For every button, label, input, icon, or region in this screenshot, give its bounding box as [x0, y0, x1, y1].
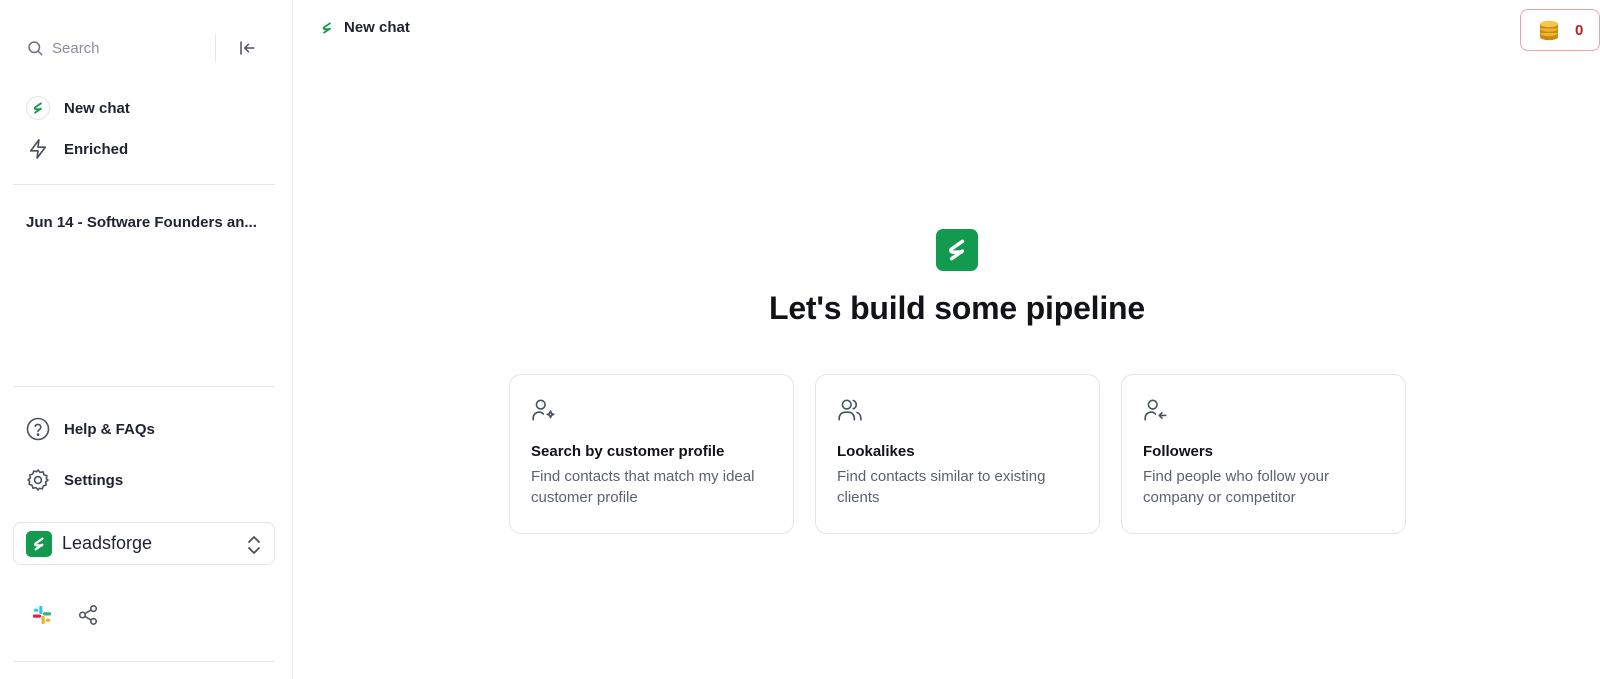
collapse-sidebar-icon[interactable] — [236, 37, 258, 59]
leadsforge-logo-icon — [936, 229, 978, 271]
sidebar: New chat Enriched Jun 14 - Software Foun… — [0, 0, 293, 679]
search-icon — [26, 39, 44, 57]
user-sparkle-icon — [531, 397, 557, 423]
help-icon — [26, 417, 50, 441]
workspace-switcher[interactable]: Leadsforge — [13, 522, 275, 565]
workspace-name: Leadsforge — [62, 533, 153, 553]
search-divider — [215, 34, 216, 62]
sidebar-item-label: Settings — [64, 471, 124, 489]
user-follow-icon — [1143, 397, 1169, 423]
chevron-up-down-icon — [246, 535, 262, 555]
coins-icon — [1537, 18, 1561, 42]
sidebar-item-settings[interactable]: Settings — [26, 467, 123, 493]
lightning-icon — [26, 137, 50, 161]
card-lookalikes[interactable]: Lookalikes Find contacts similar to exis… — [815, 374, 1100, 534]
divider — [13, 184, 275, 185]
share-icon[interactable] — [76, 603, 100, 627]
slack-icon[interactable] — [30, 603, 54, 627]
sidebar-footer — [30, 603, 122, 627]
gear-icon — [26, 468, 50, 492]
card-description: Find contacts similar to existing client… — [837, 468, 1046, 506]
card-description: Find people who follow your company or c… — [1143, 468, 1329, 506]
hero-headline: Let's build some pipeline — [768, 290, 1145, 326]
sidebar-item-label: New chat — [64, 99, 130, 117]
app-root: New chat Enriched Jun 14 - Software Foun… — [0, 0, 1600, 679]
users-icon — [837, 397, 863, 423]
sidebar-item-new-chat[interactable]: New chat — [26, 95, 130, 121]
sidebar-item-enriched[interactable]: Enriched — [26, 136, 128, 162]
card-search-by-customer-profile[interactable]: Search by customer profile Find contacts… — [509, 374, 794, 534]
card-title: Followers — [1143, 443, 1214, 460]
card-title: Lookalikes — [837, 443, 915, 460]
sidebar-item-label: Help & FAQs — [64, 420, 155, 438]
card-followers[interactable]: Followers Find people who follow your co… — [1121, 374, 1406, 534]
search-bar — [26, 34, 256, 62]
sidebar-item-label: Enriched — [64, 140, 129, 158]
card-title: Search by customer profile — [531, 443, 725, 460]
page-title-text: New chat — [344, 19, 410, 36]
chat-history-item[interactable]: Jun 14 - Software Founders an... — [26, 214, 262, 231]
divider — [13, 386, 275, 387]
search-input[interactable] — [52, 39, 202, 57]
divider — [13, 661, 275, 662]
page-title: New chat — [320, 19, 410, 36]
card-description: Find contacts that match my ideal custom… — [531, 468, 755, 506]
credits-button[interactable]: 0 — [1520, 9, 1600, 51]
leadsforge-logo-icon — [320, 21, 334, 35]
sidebar-item-help[interactable]: Help & FAQs — [26, 416, 155, 442]
credits-count: 0 — [1575, 21, 1584, 39]
leadsforge-logo-icon — [26, 530, 52, 557]
leadsforge-logo-icon — [26, 96, 50, 120]
